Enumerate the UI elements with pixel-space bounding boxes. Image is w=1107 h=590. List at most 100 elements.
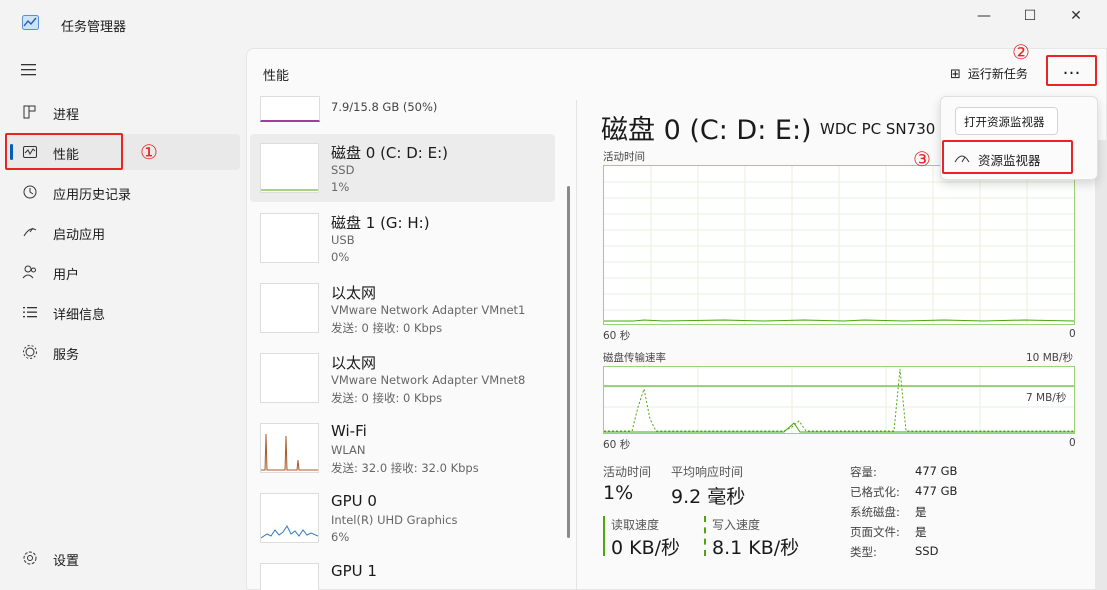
list-item-subtitle: USB xyxy=(331,233,355,247)
list-item-subtitle: SSD xyxy=(331,163,355,177)
list-item-gpu0[interactable]: GPU 0 Intel(R) UHD Graphics 6% xyxy=(250,484,555,552)
active-time-graph xyxy=(603,165,1075,325)
ethernet8-thumbnail xyxy=(260,353,319,403)
list-item-ethernet-vmnet1[interactable]: 以太网 VMware Network Adapter VMnet1 发送: 0 … xyxy=(250,274,555,342)
prop-value: 477 GB xyxy=(915,484,958,498)
list-item-gpu1[interactable]: GPU 1 xyxy=(250,554,555,590)
graph2-mid-label: 7 MB/秒 xyxy=(1026,392,1067,404)
sidebar-item-label: 服务 xyxy=(53,348,80,363)
gpu0-thumbnail xyxy=(260,493,319,543)
read-speed-value: 0 KB/秒 xyxy=(611,537,681,559)
list-item-title: 磁盘 0 (C: D: E:) xyxy=(331,144,448,162)
sidebar-item-startup[interactable]: 启动应用 xyxy=(8,214,240,250)
list-item-value: 0% xyxy=(331,250,350,264)
graph2-max-label: 10 MB/秒 xyxy=(1026,352,1073,364)
sidebar-item-processes[interactable]: 进程 xyxy=(8,94,240,130)
annotation-number-3: ③ xyxy=(913,147,931,171)
list-item-title: GPU 0 xyxy=(331,492,377,510)
ethernet1-thumbnail xyxy=(260,283,319,333)
graph1-left-label: 60 秒 xyxy=(603,330,631,342)
list-item-ethernet-vmnet8[interactable]: 以太网 VMware Network Adapter VMnet8 发送: 0 … xyxy=(250,344,555,412)
run-task-label: 运行新任务 xyxy=(967,67,1028,81)
list-item-wifi[interactable]: Wi-Fi WLAN 发送: 32.0 接收: 32.0 Kbps xyxy=(250,414,555,482)
list-item-title: Wi-Fi xyxy=(331,422,367,440)
prop-value: 是 xyxy=(915,505,927,519)
disk0-thumbnail xyxy=(260,143,319,193)
minimize-button[interactable]: — xyxy=(969,8,999,24)
prop-key: 容量: xyxy=(850,465,877,479)
prop-value: 是 xyxy=(915,525,927,539)
prop-key: 页面文件: xyxy=(850,525,900,539)
maximize-button[interactable]: ☐ xyxy=(1015,8,1045,24)
sidebar-item-label: 进程 xyxy=(53,108,80,123)
gear-icon xyxy=(23,551,37,565)
graph1-label: 活动时间 xyxy=(603,151,645,163)
list-item-value: 发送: 0 接收: 0 Kbps xyxy=(331,321,443,335)
sidebar-item-label: 应用历史记录 xyxy=(53,188,132,203)
sidebar-item-services[interactable]: 服务 xyxy=(8,334,240,370)
run-task-icon: ⊞ xyxy=(950,67,961,82)
sidebar-item-label: 设置 xyxy=(53,554,80,569)
write-speed-label: 写入速度 xyxy=(712,518,761,532)
list-item-title: 以太网 xyxy=(331,284,377,302)
prop-key: 类型: xyxy=(850,545,877,559)
list-item-subtitle: VMware Network Adapter VMnet1 xyxy=(331,303,526,317)
gpu1-thumbnail xyxy=(260,563,319,590)
list-item-value: 6% xyxy=(331,530,350,544)
more-options-button[interactable]: … xyxy=(1046,55,1097,86)
history-icon xyxy=(23,185,37,199)
annotation-number-1: ① xyxy=(140,140,158,164)
list-item-value: 发送: 0 接收: 0 Kbps xyxy=(331,391,443,405)
run-new-task-button[interactable]: ⊞ 运行新任务 xyxy=(950,65,1028,82)
prop-key: 已格式化: xyxy=(850,485,900,499)
open-resource-monitor-tooltip: 打开资源监视器 xyxy=(955,107,1058,135)
sidebar-item-users[interactable]: 用户 xyxy=(8,254,240,290)
sidebar-item-settings[interactable]: 设置 xyxy=(8,540,240,576)
disk-title: 磁盘 0 (C: D: E:) xyxy=(601,115,812,146)
avg-response-value: 9.2 毫秒 xyxy=(671,486,746,508)
list-item-title: 以太网 xyxy=(331,354,377,372)
details-icon xyxy=(23,307,37,318)
write-speed-marker xyxy=(704,516,706,556)
read-speed-marker xyxy=(603,516,605,556)
disk-model: WDC PC SN730 xyxy=(820,120,936,138)
sidebar-item-details[interactable]: 详细信息 xyxy=(8,294,240,330)
resource-monitor-menu-item[interactable]: 资源监视器 xyxy=(942,140,1073,174)
graph2-left-label: 60 秒 xyxy=(603,439,631,451)
panel-divider xyxy=(576,100,577,590)
active-time-value: 1% xyxy=(603,482,634,504)
sidebar-item-label: 用户 xyxy=(53,268,80,283)
active-time-label: 活动时间 xyxy=(603,465,652,479)
users-icon xyxy=(22,265,36,279)
write-speed-value: 8.1 KB/秒 xyxy=(712,537,800,559)
list-item-title: GPU 1 xyxy=(331,562,377,580)
annotation-number-2: ② xyxy=(1012,40,1030,64)
transfer-rate-graph xyxy=(603,366,1075,434)
processes-icon xyxy=(23,105,36,119)
resource-monitor-label: 资源监视器 xyxy=(978,153,1041,168)
annotation-box-performance xyxy=(5,133,123,170)
gauge-icon xyxy=(954,155,970,163)
window-title: 任务管理器 xyxy=(61,20,127,35)
title-bar xyxy=(0,0,1107,46)
list-item-disk0[interactable]: 磁盘 0 (C: D: E:) SSD 1% xyxy=(250,134,555,202)
wifi-thumbnail xyxy=(260,423,319,473)
startup-icon xyxy=(23,227,37,237)
memory-thumbnail xyxy=(260,96,320,122)
avg-response-label: 平均响应时间 xyxy=(671,465,744,479)
close-button[interactable]: ✕ xyxy=(1061,8,1091,24)
prop-value: SSD xyxy=(915,544,939,558)
graph1-right-label: 0 xyxy=(1069,328,1076,340)
prop-value: 477 GB xyxy=(915,464,958,478)
graph2-right-label: 0 xyxy=(1069,437,1076,449)
list-item-subtitle: Intel(R) UHD Graphics xyxy=(331,513,458,527)
memory-usage-text: 7.9/15.8 GB (50%) xyxy=(331,100,438,114)
sidebar-item-app-history[interactable]: 应用历史记录 xyxy=(8,174,240,210)
task-manager-app-icon xyxy=(22,15,39,30)
prop-key: 系统磁盘: xyxy=(850,505,900,519)
list-item-disk1[interactable]: 磁盘 1 (G: H:) USB 0% xyxy=(250,204,555,272)
read-speed-label: 读取速度 xyxy=(611,518,660,532)
list-scrollbar[interactable] xyxy=(567,186,570,538)
hamburger-menu-icon[interactable] xyxy=(20,64,38,76)
list-item-value: 发送: 32.0 接收: 32.0 Kbps xyxy=(331,461,479,475)
